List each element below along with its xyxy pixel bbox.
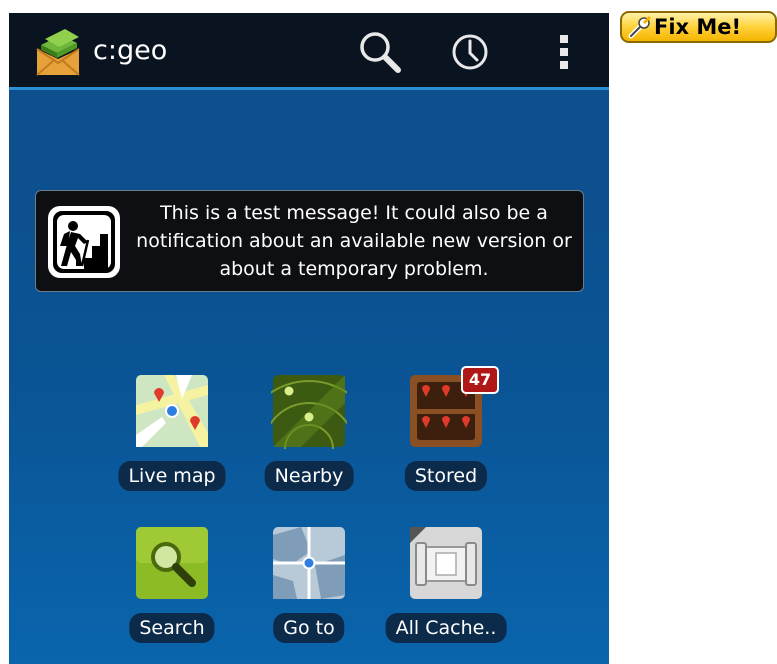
app-screen: c:geo This is a test message! It could a…: [9, 13, 609, 664]
tile-all-caches[interactable]: All Cache..: [385, 525, 507, 645]
history-icon[interactable]: [441, 23, 499, 81]
overflow-menu-icon[interactable]: [535, 23, 593, 81]
go-to-icon: [271, 525, 347, 601]
app-logo-icon[interactable]: [31, 25, 85, 79]
tile-search-label: Search: [129, 613, 215, 643]
live-map-icon: [134, 373, 210, 449]
app-title: c:geo: [93, 35, 168, 66]
tile-go-to-label: Go to: [273, 613, 345, 643]
search-magnifier-icon: [134, 525, 210, 601]
fix-me-label: Fix Me!: [654, 15, 742, 39]
wrench-icon: [628, 15, 652, 39]
tile-live-map[interactable]: Live map: [114, 373, 230, 493]
stored-count-badge: 47: [461, 366, 499, 394]
test-message-box: This is a test message! It could also be…: [35, 190, 584, 292]
action-bar: c:geo: [9, 13, 609, 90]
tile-live-map-label: Live map: [118, 461, 226, 491]
all-caches-icon: [408, 525, 484, 601]
tile-nearby[interactable]: Nearby: [240, 373, 378, 518]
tile-go-to[interactable]: Go to: [251, 525, 367, 645]
tile-stored-label: Stored: [404, 461, 488, 491]
search-icon[interactable]: [351, 23, 409, 81]
tile-all-caches-label: All Cache..: [385, 613, 507, 643]
nearby-radar-icon: [240, 373, 378, 518]
message-text: This is a test message! It could also be…: [136, 202, 572, 280]
tile-search[interactable]: Search: [114, 525, 230, 645]
tile-nearby-label: Nearby: [264, 461, 354, 491]
fix-me-badge: Fix Me!: [620, 11, 777, 43]
hiker-icon: [46, 204, 122, 280]
